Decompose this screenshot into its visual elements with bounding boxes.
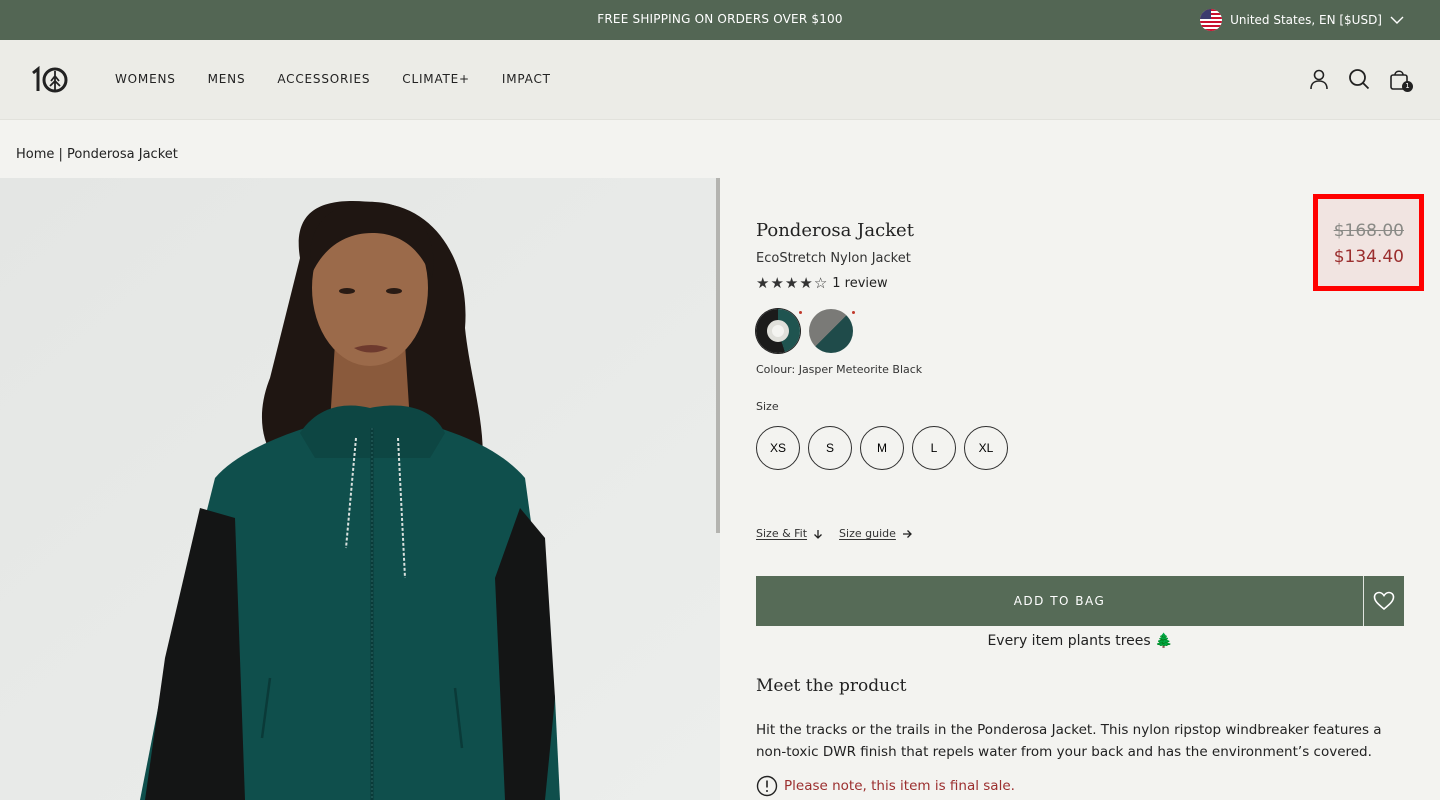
plants-trees-note: Every item plants trees 🌲 (987, 633, 1173, 649)
breadcrumb: Home | Ponderosa Jacket (16, 147, 178, 162)
review-count-link[interactable]: 1 review (832, 276, 887, 291)
colour-label: Colour: Jasper Meteorite Black (756, 363, 923, 376)
add-to-bag-button[interactable]: ADD TO BAG (756, 576, 1363, 626)
gallery-scrollbar[interactable] (716, 178, 720, 533)
product-subtitle: EcoStretch Nylon Jacket (756, 251, 911, 266)
size-s-button[interactable]: S (808, 426, 852, 470)
nav-mens[interactable]: MENS (208, 72, 246, 86)
size-links: Size & Fit Size guide (756, 527, 912, 540)
star-empty-icon: ☆ (813, 274, 828, 292)
alert-icon (756, 775, 778, 797)
wishlist-button[interactable] (1363, 576, 1404, 626)
swatch-alternate-colour[interactable] (809, 309, 855, 353)
nav-womens[interactable]: WOMENS (115, 72, 176, 86)
size-selector: XS S M L XL (756, 426, 1008, 470)
breadcrumb-separator: | (54, 147, 68, 162)
size-guide-link[interactable]: Size guide (839, 527, 912, 540)
arrow-right-icon (902, 529, 912, 538)
original-price: $168.00 (1333, 221, 1404, 241)
brand-logo[interactable] (30, 65, 70, 94)
size-fit-label: Size & Fit (756, 527, 808, 540)
locale-selector[interactable]: United States, EN [$USD] (1200, 9, 1404, 31)
search-icon[interactable] (1348, 66, 1370, 92)
sale-dot-icon (799, 311, 802, 314)
locale-label: United States, EN [$USD] (1230, 13, 1382, 27)
nav-impact[interactable]: IMPACT (502, 72, 551, 86)
breadcrumb-current: Ponderosa Jacket (67, 147, 178, 162)
breadcrumb-home[interactable]: Home (16, 147, 54, 162)
colour-swatches (756, 309, 855, 353)
shopping-bag-icon[interactable]: 1 (1388, 66, 1413, 92)
product-title: Ponderosa Jacket (756, 220, 914, 241)
star-filled-icon: ★ (799, 274, 813, 292)
product-description: Hit the tracks or the trails in the Pond… (756, 722, 1382, 760)
nav-accessories[interactable]: ACCESSORIES (277, 72, 370, 86)
account-icon[interactable] (1308, 66, 1330, 92)
size-guide-label: Size guide (839, 527, 896, 540)
sale-dot-icon (852, 311, 855, 314)
meet-product-heading: Meet the product (756, 676, 907, 696)
star-filled-icon: ★ (756, 274, 770, 292)
chevron-down-icon (1390, 16, 1404, 24)
final-sale-text: Please note, this item is final sale. (784, 778, 1015, 794)
bag-count-badge: 1 (1402, 81, 1413, 92)
main-nav: WOMENS MENS ACCESSORIES CLIMATE+ IMPACT (115, 72, 551, 86)
nav-climate[interactable]: CLIMATE+ (402, 72, 470, 86)
size-m-button[interactable]: M (860, 426, 904, 470)
announcement-bar: FREE SHIPPING ON ORDERS OVER $100 United… (0, 0, 1440, 40)
size-xs-button[interactable]: XS (756, 426, 800, 470)
star-filled-icon: ★ (784, 274, 799, 292)
size-l-button[interactable]: L (912, 426, 956, 470)
size-fit-link[interactable]: Size & Fit (756, 527, 823, 540)
product-rating[interactable]: ★ ★ ★ ★ ☆ 1 review (756, 275, 888, 291)
swatch-jasper-meteorite-black[interactable] (756, 309, 802, 353)
site-header: WOMENS MENS ACCESSORIES CLIMATE+ IMPACT … (0, 40, 1440, 120)
us-flag-icon (1200, 9, 1223, 31)
header-icons: 1 (1308, 66, 1413, 92)
heart-icon (1373, 591, 1395, 611)
size-xl-button[interactable]: XL (964, 426, 1008, 470)
size-label: Size (756, 400, 779, 413)
star-filled-icon: ★ (770, 274, 784, 292)
product-image[interactable] (0, 178, 720, 800)
price-highlight-box: $168.00 $134.40 (1313, 194, 1424, 291)
sale-price: $134.40 (1333, 247, 1404, 267)
arrow-down-icon (814, 529, 823, 539)
final-sale-notice: Please note, this item is final sale. (756, 775, 1015, 797)
